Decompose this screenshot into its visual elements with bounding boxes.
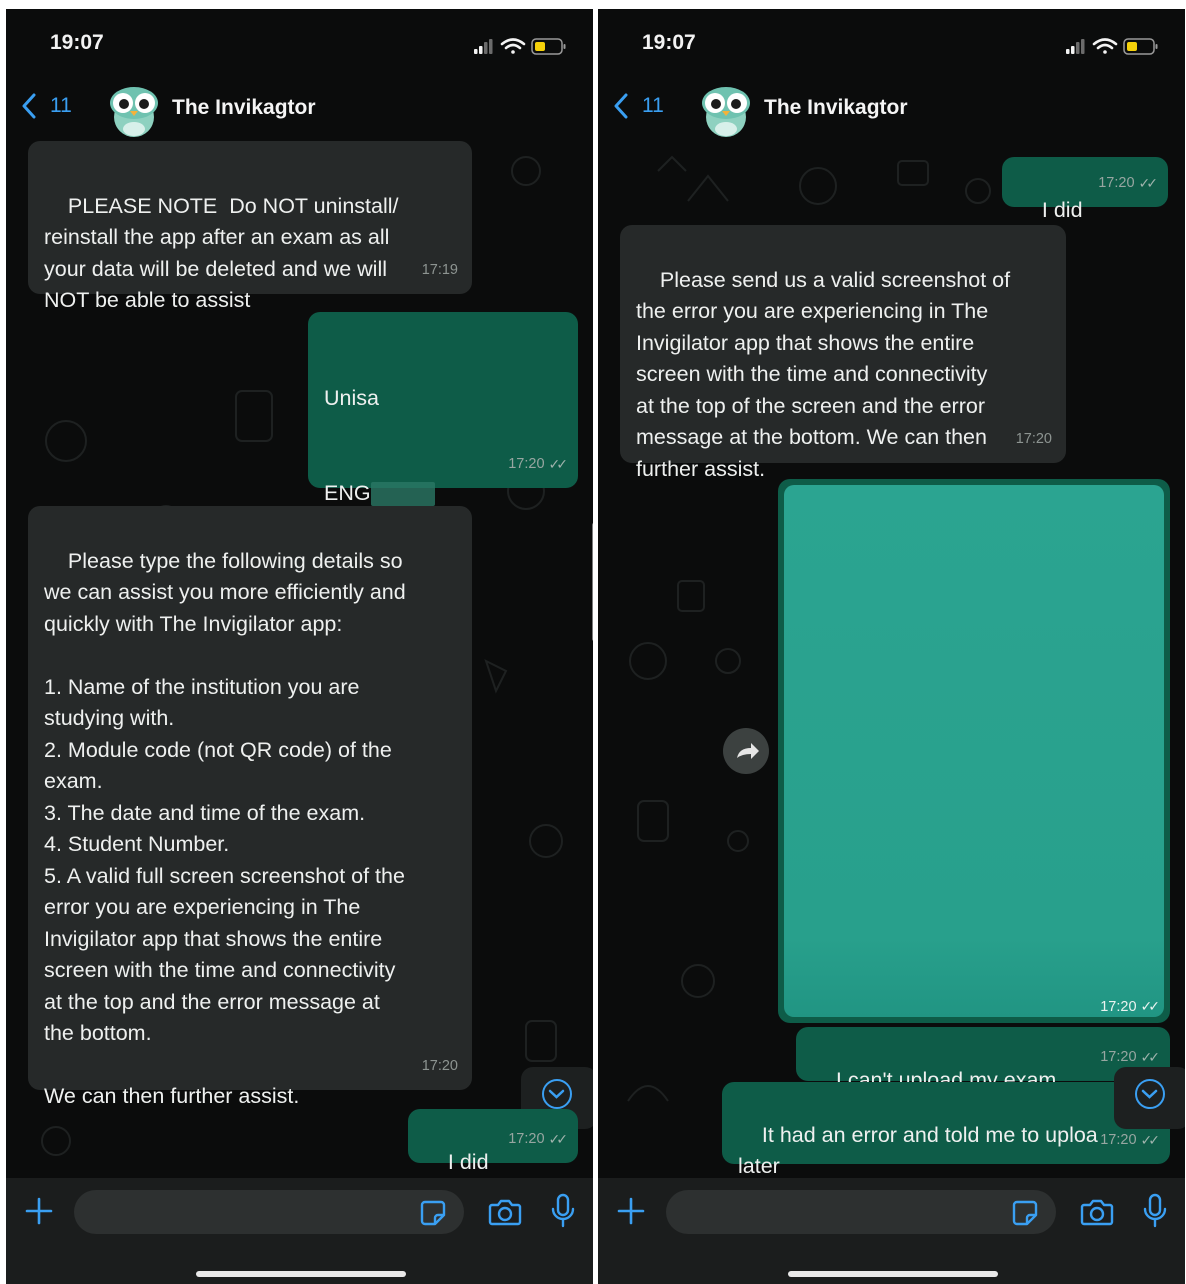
scroll-indicator	[592, 523, 593, 641]
camera-icon[interactable]	[1080, 1197, 1114, 1227]
incoming-message[interactable]: PLEASE NOTE Do NOT uninstall/ reinstall …	[28, 141, 472, 312]
attached-image[interactable]	[784, 485, 1164, 1017]
scroll-down-icon	[542, 1079, 572, 1109]
microphone-icon[interactable]	[1142, 1193, 1168, 1229]
battery-icon	[1123, 38, 1158, 55]
message-line: ENG	[324, 478, 562, 510]
home-indicator	[788, 1271, 998, 1277]
message-meta: 17:19	[422, 255, 458, 287]
message-input[interactable]	[74, 1190, 464, 1234]
double-tick-icon: ✓✓	[548, 455, 569, 472]
plus-icon[interactable]	[616, 1196, 646, 1226]
signal-icon	[474, 39, 493, 54]
double-tick-icon: ✓✓	[548, 1130, 569, 1147]
image-message[interactable]: 17:20 ✓✓	[778, 479, 1170, 1023]
incoming-message[interactable]: Please type the following details so we …	[28, 506, 472, 1108]
message-text: I did	[1041, 197, 1083, 222]
redacted-block	[370, 481, 435, 506]
double-tick-icon: ✓✓	[1140, 998, 1161, 1014]
plus-icon[interactable]	[24, 1196, 54, 1226]
back-count: 11	[642, 94, 664, 117]
status-icons	[474, 38, 566, 55]
message-time: 17:20	[1100, 998, 1137, 1015]
message-time: 17:20	[1015, 430, 1052, 447]
scroll-down-icon	[1135, 1079, 1165, 1109]
sticker-icon[interactable]	[419, 1199, 447, 1227]
message-input-bar	[598, 1178, 1185, 1284]
owl-avatar-icon[interactable]	[698, 83, 754, 139]
message-time: 17:20	[421, 1057, 458, 1074]
status-time: 19:07	[50, 31, 104, 54]
chat-header: 11 The Invikagtor	[6, 79, 593, 141]
message-meta: 17:20	[422, 1051, 458, 1083]
message-text: Please send us a valid screenshot of the…	[636, 267, 1011, 481]
camera-icon[interactable]	[488, 1197, 522, 1227]
message-meta: 17:20	[1016, 424, 1052, 456]
wifi-icon	[500, 38, 526, 54]
outgoing-message[interactable]: I can't upload my exam 17:20 ✓✓	[796, 1027, 1170, 1092]
wifi-icon	[1092, 38, 1118, 54]
forward-icon	[737, 743, 759, 759]
status-bar: 19:07	[598, 9, 1185, 79]
message-time: 17:19	[421, 261, 458, 278]
back-button[interactable]: 11	[614, 93, 664, 119]
chat-header: 11 The Invikagtor	[598, 79, 1185, 141]
message-line: Unisa	[324, 386, 379, 410]
battery-icon	[531, 38, 566, 55]
message-meta: 17:20 ✓✓	[508, 1124, 569, 1156]
message-meta: 17:20 ✓✓	[1100, 998, 1161, 1015]
microphone-icon[interactable]	[550, 1193, 576, 1229]
message-input[interactable]	[666, 1190, 1056, 1234]
incoming-message[interactable]: Please send us a valid screenshot of the…	[620, 225, 1066, 481]
back-chevron-icon	[22, 93, 36, 119]
message-input-bar	[6, 1178, 593, 1284]
outgoing-message[interactable]: I did 17:20 ✓✓	[408, 1109, 578, 1174]
contact-name[interactable]: The Invikagtor	[172, 96, 316, 120]
left-phone-screen: 19:07 11 The Invikagtor PLEASE NOTE Do N…	[6, 9, 593, 1284]
message-time: 17:20	[508, 455, 545, 472]
owl-avatar-icon[interactable]	[106, 83, 162, 139]
back-button[interactable]: 11	[22, 93, 72, 119]
message-meta: 17:20 ✓✓	[1098, 168, 1159, 200]
status-bar: 19:07	[6, 9, 593, 79]
message-text: I did	[447, 1149, 489, 1174]
sticker-icon[interactable]	[1011, 1199, 1039, 1227]
double-tick-icon: ✓✓	[1140, 1131, 1161, 1148]
message-time: 17:20	[1098, 174, 1135, 191]
back-chevron-icon	[614, 93, 628, 119]
back-count: 11	[50, 94, 72, 117]
double-tick-icon: ✓✓	[1138, 174, 1159, 191]
message-meta: 17:20 ✓✓	[508, 449, 569, 481]
contact-name[interactable]: The Invikagtor	[764, 96, 908, 120]
forward-button[interactable]	[723, 728, 769, 774]
message-meta: 17:20 ✓✓	[1100, 1125, 1161, 1157]
status-time: 19:07	[642, 31, 696, 54]
message-text: Please type the following details so we …	[44, 548, 406, 1109]
message-time: 17:20	[1100, 1131, 1137, 1148]
message-time: 17:20	[508, 1130, 545, 1147]
home-indicator	[196, 1271, 406, 1277]
outgoing-message[interactable]: I did 17:20 ✓✓	[1002, 157, 1168, 222]
signal-icon	[1066, 39, 1085, 54]
outgoing-message[interactable]: It had an error and told me to uploa lat…	[722, 1082, 1170, 1178]
status-icons	[1066, 38, 1158, 55]
outgoing-message[interactable]: Unisa ENG Just finished iPhone X 17:20 ✓…	[308, 312, 578, 788]
scroll-down-button[interactable]	[1114, 1067, 1185, 1129]
right-phone-screen: 19:07 11 The Invikagtor I did 17:20 ✓✓ P…	[598, 9, 1185, 1284]
